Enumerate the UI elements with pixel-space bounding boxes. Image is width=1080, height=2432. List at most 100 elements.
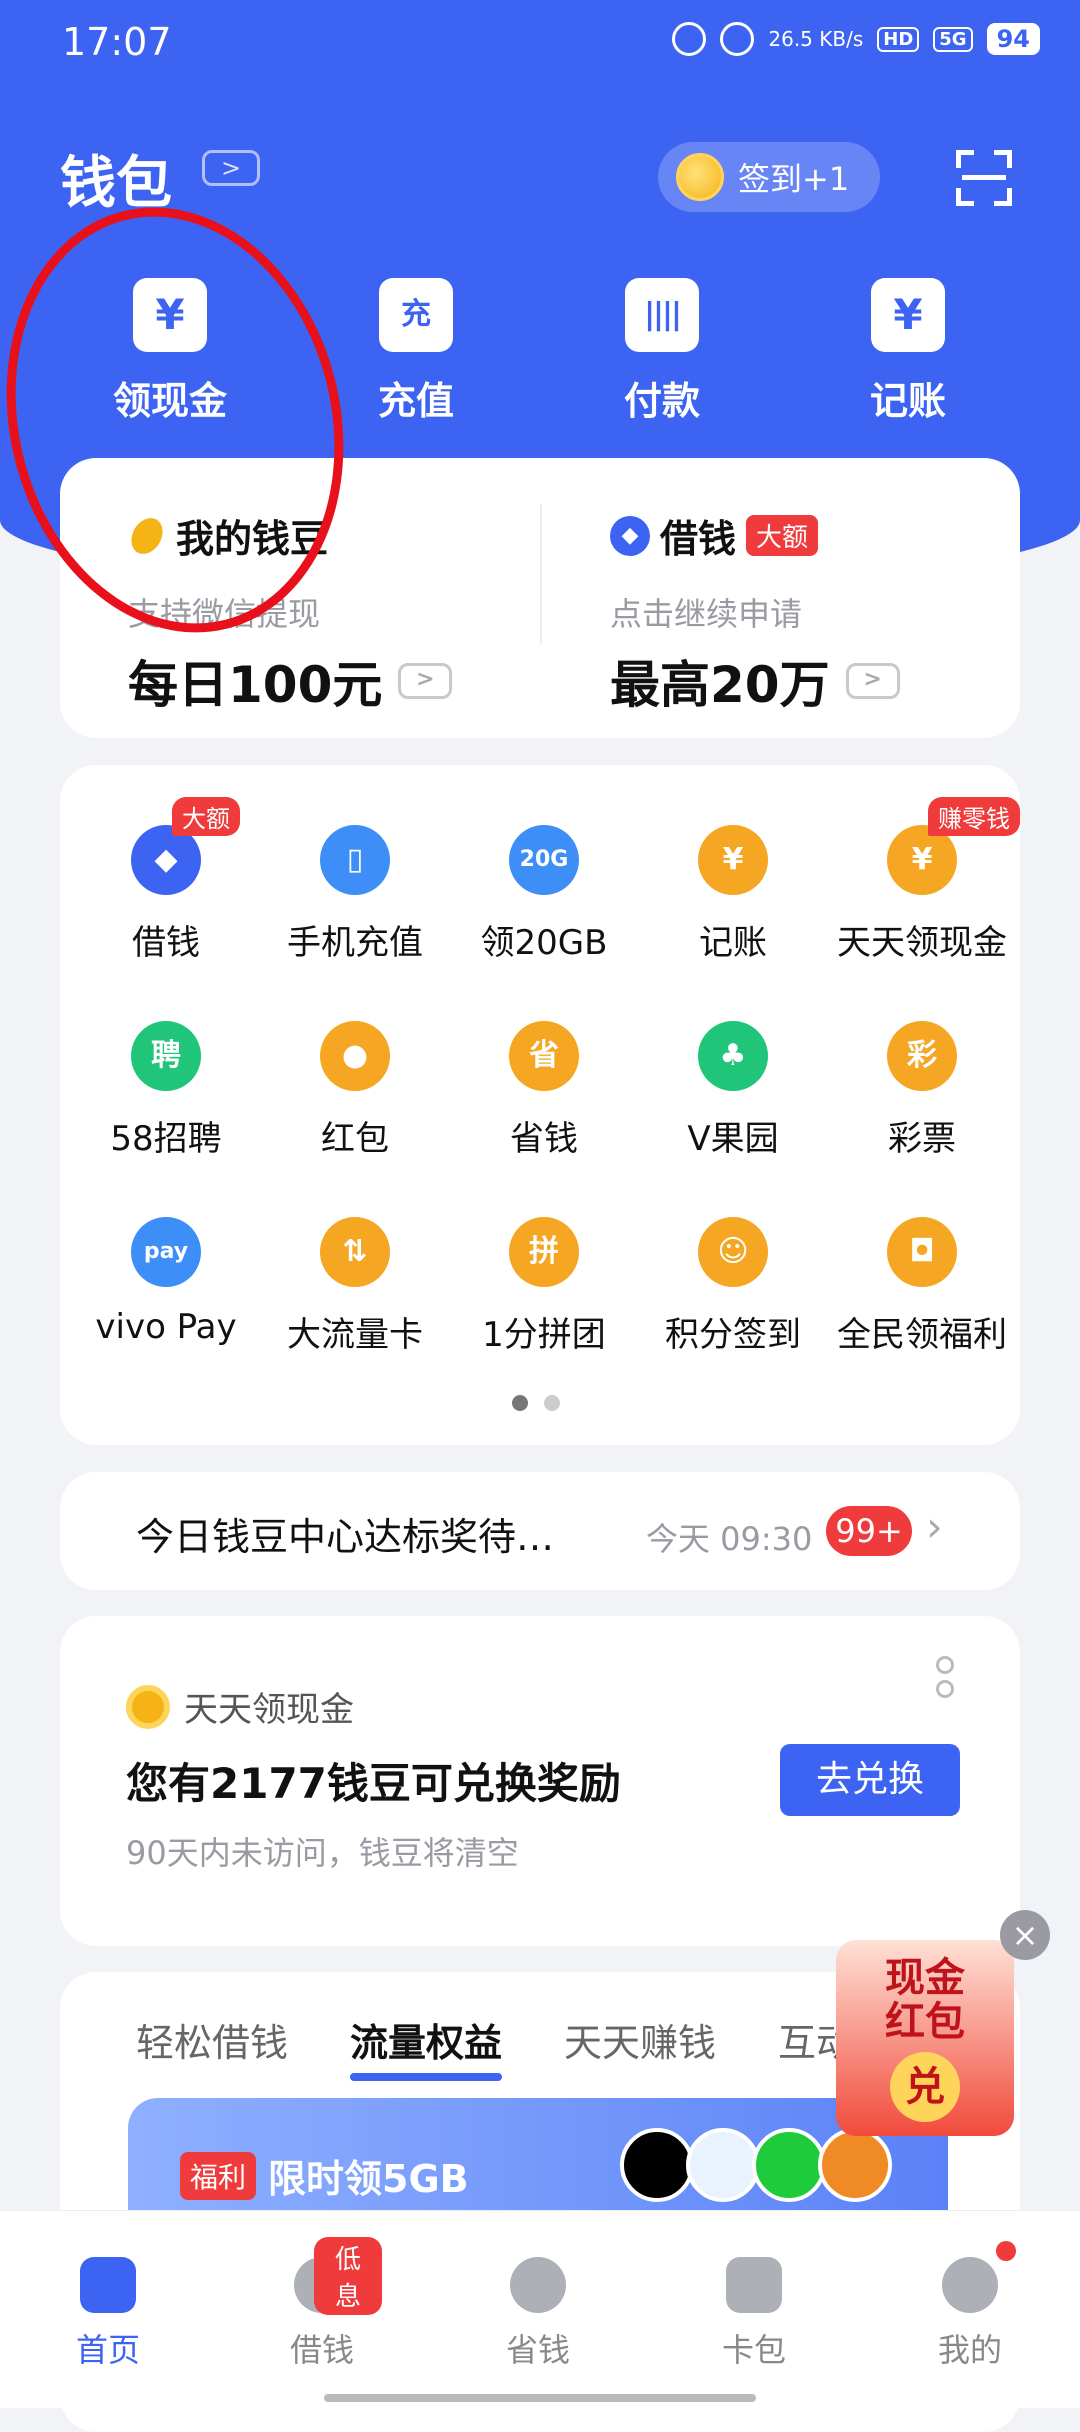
nav-label: 卡包 <box>721 2331 786 2369</box>
service-label: 彩票 <box>888 1119 956 1159</box>
ad-line2: 红包 <box>885 1999 965 2045</box>
service-bookkeeping[interactable]: ¥ 记账 <box>633 825 833 964</box>
loan-arrow-icon: > <box>845 663 900 699</box>
service-data-20gb[interactable]: 20G 领20GB <box>444 825 644 964</box>
v-orchard-icon: ♣ <box>698 1021 768 1091</box>
promo-header: 天天领现金 <box>184 1690 354 1730</box>
service-welfare[interactable]: ◘ 全民领福利 <box>822 1217 1022 1356</box>
lottery-icon: 彩 <box>887 1021 957 1091</box>
tab-bar: 轻松借钱 流量权益 天天赚钱 互动 <box>136 2012 854 2081</box>
data-card-icon: ⇅ <box>320 1217 390 1287</box>
bottom-nav: 首页 低息 借钱 省钱 卡包 我的 <box>0 2210 1080 2408</box>
service-save-money[interactable]: 省省钱 <box>444 1021 644 1160</box>
ledger-icon: ¥ <box>871 278 945 352</box>
profile-icon <box>942 2257 998 2313</box>
service-label: 大流量卡 <box>287 1315 423 1355</box>
welfare-icon: ◘ <box>887 1217 957 1287</box>
service-label: 手机充值 <box>287 923 423 963</box>
bookkeeping-icon: ¥ <box>698 825 768 895</box>
nav-label: 借钱 <box>289 2331 354 2369</box>
banner-text: 限时领5GB <box>268 2157 469 2201</box>
nav-tag: 低息 <box>314 2237 382 2315</box>
close-icon[interactable]: × <box>1000 1910 1050 1960</box>
tab-easy-loan[interactable]: 轻松借钱 <box>136 2012 288 2067</box>
service-label: 天天领现金 <box>837 923 1007 963</box>
quick-recharge[interactable]: 充 充值 <box>346 278 486 425</box>
notice-count-badge: 99+ <box>826 1506 912 1556</box>
money-bag-icon <box>510 2257 566 2313</box>
nav-save[interactable]: 省钱 <box>478 2257 598 2371</box>
service-group-buy[interactable]: 拼 1分拼团 <box>444 1217 644 1356</box>
coin-icon <box>676 153 724 201</box>
service-label: 领20GB <box>480 923 608 963</box>
app-logos <box>620 2128 892 2202</box>
cash-coin-icon <box>126 1684 170 1729</box>
tencent-video-icon <box>686 2128 760 2202</box>
wallet-icon <box>726 2257 782 2313</box>
cash-redpacket-ad[interactable]: 现金 红包 兑 <box>836 1940 1014 2136</box>
exchange-button[interactable]: 去兑换 <box>780 1744 960 1816</box>
divider <box>540 504 542 644</box>
vivo-pay-icon: pay <box>131 1217 201 1287</box>
signin-button[interactable]: 签到+1 <box>658 142 880 212</box>
service-v-orchard[interactable]: ♣ V果园 <box>633 1021 833 1160</box>
quick-bookkeeping[interactable]: ¥ 记账 <box>838 278 978 425</box>
quick-label: 记账 <box>869 379 946 423</box>
service-label: V果园 <box>687 1119 779 1159</box>
promo-main: 您有2177钱豆可兑换奖励 <box>126 1759 621 1808</box>
notice-text: 今日钱豆中心达标奖待… <box>136 1515 555 1559</box>
nav-home[interactable]: 首页 <box>48 2257 168 2371</box>
beans-arrow-icon: > <box>398 663 453 699</box>
tab-data-benefits[interactable]: 流量权益 <box>350 2012 503 2081</box>
service-loan[interactable]: ◆ 大额 借钱 <box>66 797 266 964</box>
service-phone-recharge[interactable]: ▯ 手机充值 <box>255 825 455 964</box>
quick-pay[interactable]: |||| 付款 <box>592 278 732 425</box>
service-badge: 大额 <box>172 797 240 836</box>
phone-recharge-icon: ▯ <box>320 825 390 895</box>
loan-section[interactable]: ◆ 借钱 大额 点击继续申请 最高20万 > <box>610 508 1070 717</box>
loan-title: 借钱 <box>660 517 737 561</box>
network-speed: 26.5 KB/s <box>768 27 864 51</box>
service-label: 借钱 <box>132 923 200 963</box>
service-red-packet[interactable]: ● 红包 <box>255 1021 455 1160</box>
nav-loan[interactable]: 低息 借钱 <box>262 2237 382 2371</box>
services-grid-card: ◆ 大额 借钱 ▯ 手机充值 20G 领20GB ¥ 记账 ¥ 赚零钱 天天领现金聘 58招聘 ● 红包省省… <box>60 765 1020 1445</box>
iqiyi-icon <box>752 2128 826 2202</box>
more-icon[interactable] <box>936 1656 958 1702</box>
service-badge: 赚零钱 <box>928 797 1020 836</box>
tab-daily-earn[interactable]: 天天赚钱 <box>564 2012 716 2067</box>
service-vivo-pay[interactable]: pay vivo Pay <box>66 1217 266 1347</box>
service-label: 全民领福利 <box>837 1315 1007 1355</box>
loan-sub: 点击继续申请 <box>610 595 803 633</box>
ad-line1: 现金 <box>885 1955 965 2001</box>
ad-redeem-icon: 兑 <box>890 2052 960 2122</box>
promo-note: 90天内未访问，钱豆将清空 <box>126 1834 519 1872</box>
chevron-right-icon: › <box>926 1502 943 1551</box>
status-bar: 17:07 26.5 KB/s HD 5G 94 <box>0 0 1080 90</box>
service-data-card[interactable]: ⇅ 大流量卡 <box>255 1217 455 1356</box>
scan-icon[interactable] <box>956 150 1012 206</box>
barcode-icon: |||| <box>625 278 699 352</box>
data-20gb-icon: 20G <box>509 825 579 895</box>
nav-mine[interactable]: 我的 <box>910 2241 1030 2371</box>
service-lottery[interactable]: 彩彩票 <box>822 1021 1022 1160</box>
service-job-58[interactable]: 聘 58招聘 <box>66 1021 266 1160</box>
signin-label: 签到+1 <box>738 160 850 198</box>
mango-tv-icon <box>818 2128 892 2202</box>
service-label: 省钱 <box>510 1119 578 1159</box>
service-points-signin[interactable]: ☺ 积分签到 <box>633 1217 833 1356</box>
quick-label: 充值 <box>377 379 454 423</box>
loan-amount: 最高20万 <box>610 656 830 714</box>
service-label: 1分拼团 <box>482 1315 606 1355</box>
nav-cards[interactable]: 卡包 <box>694 2257 814 2371</box>
alarm-icon <box>672 22 707 56</box>
service-label: 记账 <box>699 923 767 963</box>
save-money-icon: 省 <box>509 1021 579 1091</box>
notice-card[interactable]: 今日钱豆中心达标奖待… 今天 09:30 99+ › <box>60 1472 1020 1590</box>
red-packet-icon: ● <box>320 1021 390 1091</box>
title-arrow-button[interactable]: > <box>202 150 260 186</box>
job-58-icon: 聘 <box>131 1021 201 1091</box>
notice-time: 今天 09:30 <box>646 1520 813 1558</box>
service-daily-cash[interactable]: ¥ 赚零钱 天天领现金 <box>822 797 1022 964</box>
loan-tag: 大额 <box>746 515 819 556</box>
